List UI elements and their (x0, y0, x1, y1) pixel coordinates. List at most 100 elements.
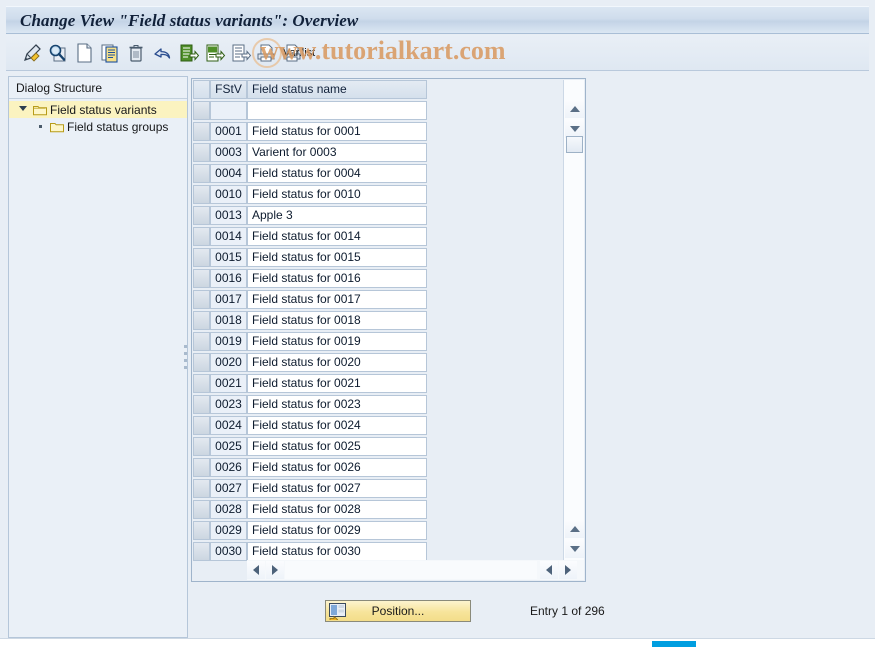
cell-field-status-name[interactable]: Field status for 0024 (247, 416, 427, 435)
cell-fstv[interactable]: 0017 (210, 290, 247, 309)
undo-icon[interactable] (150, 41, 174, 65)
cell-field-status-name[interactable]: Field status for 0015 (247, 248, 427, 267)
cell-field-status-name[interactable] (247, 101, 427, 120)
cell-field-status-name[interactable]: Field status for 0016 (247, 269, 427, 288)
cell-field-status-name[interactable]: Field status for 0019 (247, 332, 427, 351)
column-header-fstv[interactable]: FStV (210, 80, 247, 99)
row-select-button[interactable] (193, 164, 210, 183)
row-select-button[interactable] (193, 290, 210, 309)
table-vertical-scrollbar[interactable] (563, 80, 584, 560)
cell-fstv[interactable]: 0023 (210, 395, 247, 414)
row-select-button[interactable] (193, 521, 210, 540)
delete-trash-icon[interactable] (124, 41, 148, 65)
row-select-button[interactable] (193, 227, 210, 246)
cell-field-status-name[interactable]: Field status for 0023 (247, 395, 427, 414)
chevron-down-icon[interactable] (19, 106, 27, 111)
scroll-page-down-button[interactable] (565, 540, 584, 558)
cell-fstv[interactable]: 0018 (210, 311, 247, 330)
new-entries-icon[interactable] (72, 41, 96, 65)
cell-fstv[interactable]: 0019 (210, 332, 247, 351)
cell-fstv[interactable]: 0003 (210, 143, 247, 162)
cell-fstv[interactable]: 0030 (210, 542, 247, 561)
variant-list-label[interactable]: Var.list (283, 47, 315, 59)
cell-fstv[interactable]: 0020 (210, 353, 247, 372)
cell-field-status-name[interactable]: Field status for 0029 (247, 521, 427, 540)
sidebar-item-field-status-groups[interactable]: Field status groups (9, 118, 187, 135)
cell-fstv[interactable]: 0029 (210, 521, 247, 540)
cell-field-status-name[interactable]: Field status for 0018 (247, 311, 427, 330)
scroll-right-button[interactable] (266, 561, 284, 579)
row-select-button[interactable] (193, 143, 210, 162)
row-select-button[interactable] (193, 248, 210, 267)
row-select-button[interactable] (193, 542, 210, 561)
cell-field-status-name[interactable]: Field status for 0001 (247, 122, 427, 141)
cell-fstv[interactable]: 0004 (210, 164, 247, 183)
row-select-button[interactable] (193, 437, 210, 456)
cell-fstv[interactable]: 0021 (210, 374, 247, 393)
row-select-button[interactable] (193, 416, 210, 435)
scroll-page-up-button[interactable] (565, 520, 584, 538)
cell-fstv[interactable]: 0028 (210, 500, 247, 519)
row-select-button[interactable] (193, 185, 210, 204)
scroll-left-button[interactable] (247, 561, 265, 579)
print-preview-icon[interactable] (254, 41, 278, 65)
cell-field-status-name[interactable]: Field status for 0026 (247, 458, 427, 477)
panel-splitter-handle[interactable] (184, 345, 188, 379)
scroll-up-button[interactable] (565, 100, 584, 118)
cell-fstv[interactable]: 0001 (210, 122, 247, 141)
row-select-button[interactable] (193, 332, 210, 351)
copy-as-icon[interactable] (98, 41, 122, 65)
cell-field-status-name[interactable]: Field status for 0020 (247, 353, 427, 372)
cell-field-status-name[interactable]: Varient for 0003 (247, 143, 427, 162)
scroll-far-left-button[interactable] (540, 561, 558, 579)
horizontal-scroll-track[interactable] (285, 561, 537, 579)
column-header-field-status-name[interactable]: Field status name (247, 80, 427, 99)
sidebar-item-field-status-variants[interactable]: Field status variants (9, 101, 187, 118)
row-select-button[interactable] (193, 101, 210, 120)
position-button-label: Position... (371, 604, 425, 618)
scroll-far-right-button[interactable] (559, 561, 577, 579)
cell-fstv[interactable]: 0016 (210, 269, 247, 288)
row-select-button[interactable] (193, 374, 210, 393)
cell-fstv[interactable]: 0027 (210, 479, 247, 498)
cell-field-status-name[interactable]: Field status for 0028 (247, 500, 427, 519)
cell-field-status-name[interactable]: Field status for 0017 (247, 290, 427, 309)
row-select-button[interactable] (193, 206, 210, 225)
cell-field-status-name[interactable]: Field status for 0027 (247, 479, 427, 498)
page-title: Change View "Field status variants": Ove… (20, 11, 359, 30)
row-select-button[interactable] (193, 311, 210, 330)
cell-field-status-name[interactable]: Apple 3 (247, 206, 427, 225)
cell-fstv[interactable]: 0024 (210, 416, 247, 435)
cell-field-status-name[interactable]: Field status for 0025 (247, 437, 427, 456)
cell-fstv[interactable]: 0025 (210, 437, 247, 456)
cell-field-status-name[interactable]: Field status for 0021 (247, 374, 427, 393)
search-document-icon[interactable] (46, 41, 70, 65)
bottom-strip (0, 638, 875, 651)
edit-pencil-icon[interactable] (20, 41, 44, 65)
cell-fstv[interactable]: 0015 (210, 248, 247, 267)
cell-field-status-name[interactable]: Field status for 0010 (247, 185, 427, 204)
row-select-button[interactable] (193, 479, 210, 498)
row-select-button[interactable] (193, 458, 210, 477)
cell-fstv[interactable] (210, 101, 247, 120)
cell-field-status-name[interactable]: Field status for 0004 (247, 164, 427, 183)
select-block-icon[interactable] (202, 41, 226, 65)
row-select-button[interactable] (193, 353, 210, 372)
select-all-icon[interactable] (176, 41, 200, 65)
cell-fstv[interactable]: 0013 (210, 206, 247, 225)
table-header-row: FStV Field status name (192, 79, 585, 100)
table-horizontal-scrollbar[interactable] (247, 560, 584, 580)
select-all-column-header[interactable] (193, 80, 210, 99)
row-select-button[interactable] (193, 269, 210, 288)
row-select-button[interactable] (193, 500, 210, 519)
cell-field-status-name[interactable]: Field status for 0014 (247, 227, 427, 246)
scroll-thumb[interactable] (566, 136, 583, 153)
position-button[interactable]: Position... (325, 600, 471, 624)
cell-fstv[interactable]: 0014 (210, 227, 247, 246)
cell-fstv[interactable]: 0026 (210, 458, 247, 477)
cell-field-status-name[interactable]: Field status for 0030 (247, 542, 427, 561)
row-select-button[interactable] (193, 395, 210, 414)
cell-fstv[interactable]: 0010 (210, 185, 247, 204)
deselect-all-icon[interactable] (228, 41, 252, 65)
row-select-button[interactable] (193, 122, 210, 141)
